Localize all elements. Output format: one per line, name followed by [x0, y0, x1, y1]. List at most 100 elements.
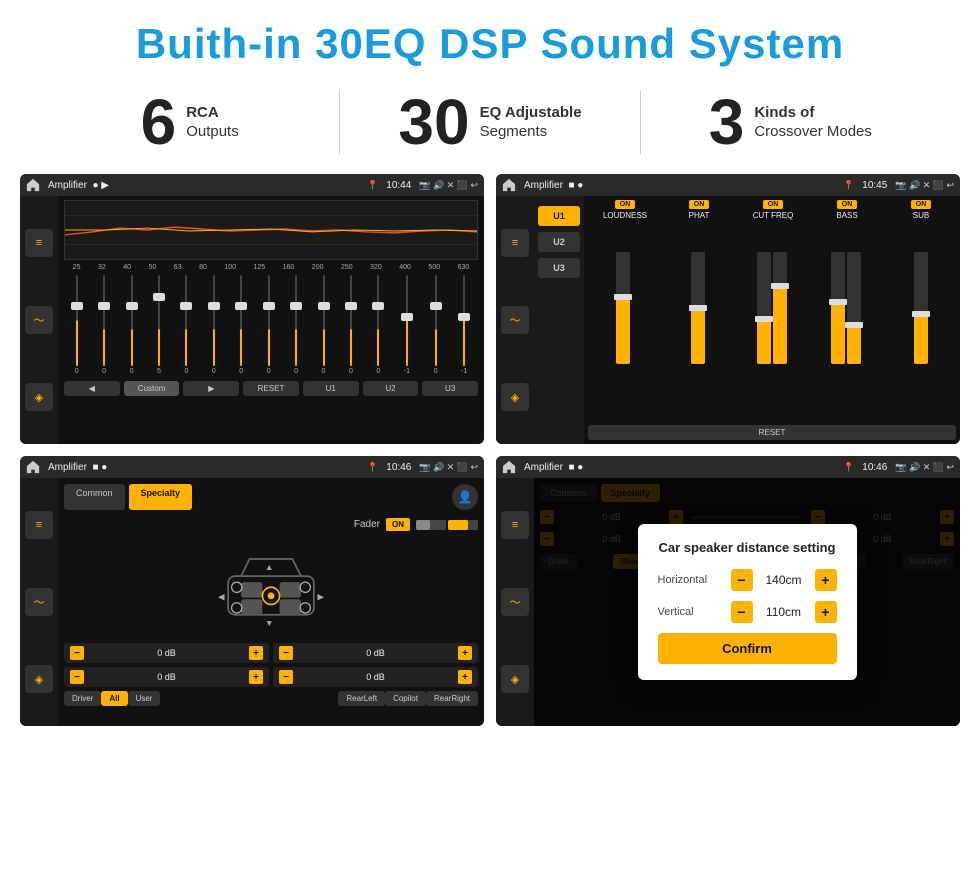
tab-common[interactable]: Common — [64, 484, 125, 510]
fader-label: Fader — [354, 519, 380, 530]
status-time-2: 10:45 — [862, 180, 887, 191]
xo-slider-bass[interactable] — [811, 224, 881, 364]
xo-preset-u2[interactable]: U2 — [538, 232, 580, 252]
fader-side-btn-3[interactable]: ◈ — [25, 665, 53, 693]
vol-minus-4[interactable]: − — [279, 670, 293, 684]
eq-u2-btn[interactable]: U2 — [363, 381, 419, 396]
eq-side-btn-2[interactable]: 〜 — [25, 306, 53, 334]
vol-plus-4[interactable]: + — [458, 670, 472, 684]
fader-h-sliders — [416, 520, 478, 530]
eq-slider-13[interactable]: 0 — [434, 275, 438, 375]
speaker-icon-1: ◈ — [35, 391, 43, 404]
modal-horizontal-row: Horizontal − 140cm + — [658, 569, 837, 591]
status-icons-4: 📍 — [843, 462, 854, 473]
xo-slider-loudness[interactable] — [588, 224, 658, 364]
screen4-body: ≡ 〜 ◈ Common Specialty − 0 — [496, 478, 960, 726]
status-bar-1: Amplifier ● ▶ 📍 10:44 📷 🔊 ✕ ⬛ ↩ — [20, 174, 484, 196]
eq-slider-1[interactable]: 0 — [102, 275, 106, 375]
dist-side-btn-3[interactable]: ◈ — [501, 665, 529, 693]
fader-btn-all[interactable]: All — [101, 691, 127, 706]
eq-slider-11[interactable]: 0 — [376, 275, 380, 375]
fader-btn-driver[interactable]: Driver — [64, 691, 101, 706]
vol-plus-1[interactable]: + — [249, 646, 263, 660]
eq-band-labels: 25 32 40 50 63 80 100 125 160 200 250 32… — [64, 264, 478, 271]
eq-slider-4[interactable]: 0 — [184, 275, 188, 375]
vol-val-3: 0 dB — [87, 672, 246, 682]
vol-plus-3[interactable]: + — [249, 670, 263, 684]
status-time-4: 10:46 — [862, 462, 887, 473]
vertical-plus-btn[interactable]: + — [815, 601, 837, 623]
xo-slider-cutfreq[interactable] — [737, 224, 807, 364]
distance-modal: Car speaker distance setting Horizontal … — [638, 524, 857, 680]
modal-horizontal-label: Horizontal — [658, 574, 723, 586]
status-time-1: 10:44 — [386, 180, 411, 191]
xo-side-btn-1[interactable]: ≡ — [501, 229, 529, 257]
vol-minus-1[interactable]: − — [70, 646, 84, 660]
stat-label-crossover: Kinds of Crossover Modes — [754, 103, 872, 142]
eq-next-btn[interactable]: ▶ — [183, 381, 239, 396]
fader-btn-user[interactable]: User — [128, 691, 161, 706]
screen-distance: Amplifier ■ ● 📍 10:46 📷 🔊 ✕ ⬛ ↩ ≡ 〜 ◈ Co… — [496, 456, 960, 726]
eq-u1-btn[interactable]: U1 — [303, 381, 359, 396]
fader-side-btn-2[interactable]: 〜 — [25, 588, 53, 616]
modal-title: Car speaker distance setting — [658, 540, 837, 555]
eq-prev-btn[interactable]: ◀ — [64, 381, 120, 396]
vol-minus-3[interactable]: − — [70, 670, 84, 684]
vol-val-1: 0 dB — [87, 648, 246, 658]
home-icon-2 — [502, 178, 516, 192]
dist-main-panel: Common Specialty − 0 dB + − 0 dB — [534, 478, 960, 726]
fader-btn-rearleft[interactable]: RearLeft — [338, 691, 385, 706]
xo-preset-u1[interactable]: U1 — [538, 206, 580, 226]
fader-side-btn-1[interactable]: ≡ — [25, 511, 53, 539]
stat-label-eq: EQ Adjustable Segments — [480, 103, 582, 142]
page-title: Buith-in 30EQ DSP Sound System — [0, 0, 980, 80]
xo-ch-phat: ON PHAT — [664, 200, 734, 220]
eq-slider-9[interactable]: 0 — [322, 275, 326, 375]
fader-btn-rearright[interactable]: RearRight — [426, 691, 478, 706]
eq-side-btn-1[interactable]: ≡ — [25, 229, 53, 257]
xo-preset-u3[interactable]: U3 — [538, 258, 580, 278]
vol-row-3: − 0 dB + — [64, 667, 269, 687]
xo-ch-sub: ON SUB — [886, 200, 956, 220]
screen-eq: Amplifier ● ▶ 📍 10:44 📷 🔊 ✕ ⬛ ↩ ≡ 〜 ◈ — [20, 174, 484, 444]
dist-side-btn-1[interactable]: ≡ — [501, 511, 529, 539]
svg-text:◀: ◀ — [218, 591, 225, 601]
confirm-button[interactable]: Confirm — [658, 633, 837, 664]
xo-slider-sub[interactable] — [886, 224, 956, 364]
modal-vertical-row: Vertical − 110cm + — [658, 601, 837, 623]
horizontal-minus-btn[interactable]: − — [731, 569, 753, 591]
tab-specialty[interactable]: Specialty — [129, 484, 193, 510]
eq-slider-12[interactable]: -1 — [404, 275, 410, 375]
eq-slider-6[interactable]: 0 — [239, 275, 243, 375]
vol-minus-2[interactable]: − — [279, 646, 293, 660]
vol-val-2: 0 dB — [296, 648, 455, 658]
eq-slider-8[interactable]: 0 — [294, 275, 298, 375]
fader-btn-copilot[interactable]: Copilot — [385, 691, 426, 706]
eq-slider-2[interactable]: 0 — [130, 275, 134, 375]
wave-icon-2: 〜 — [510, 312, 521, 328]
xo-reset-btn[interactable]: RESET — [588, 425, 956, 440]
horizontal-plus-btn[interactable]: + — [815, 569, 837, 591]
eq-slider-3[interactable]: 5 — [157, 275, 161, 375]
eq-slider-7[interactable]: 0 — [267, 275, 271, 375]
eq-slider-10[interactable]: 0 — [349, 275, 353, 375]
eq-slider-0[interactable]: 0 — [75, 275, 79, 375]
eq-slider-5[interactable]: 0 — [212, 275, 216, 375]
eq-side-btn-3[interactable]: ◈ — [25, 383, 53, 411]
xo-side-btn-2[interactable]: 〜 — [501, 306, 529, 334]
eq-reset-btn[interactable]: RESET — [243, 381, 299, 396]
user-icon[interactable]: 👤 — [452, 484, 478, 510]
fader-on-toggle[interactable]: ON — [386, 518, 410, 531]
xo-side-btn-3[interactable]: ◈ — [501, 383, 529, 411]
status-time-3: 10:46 — [386, 462, 411, 473]
eq-custom-btn[interactable]: Custom — [124, 381, 180, 396]
eq-slider-14[interactable]: -1 — [461, 275, 467, 375]
xo-slider-phat[interactable] — [662, 224, 732, 364]
car-svg: ▲ ▼ ◀ ▶ — [211, 544, 331, 634]
status-sys-icons-3: 📷 🔊 ✕ ⬛ ↩ — [419, 462, 478, 473]
vol-plus-2[interactable]: + — [458, 646, 472, 660]
speaker-icon-2: ◈ — [511, 391, 519, 404]
eq-u3-btn[interactable]: U3 — [422, 381, 478, 396]
vertical-minus-btn[interactable]: − — [731, 601, 753, 623]
dist-side-btn-2[interactable]: 〜 — [501, 588, 529, 616]
